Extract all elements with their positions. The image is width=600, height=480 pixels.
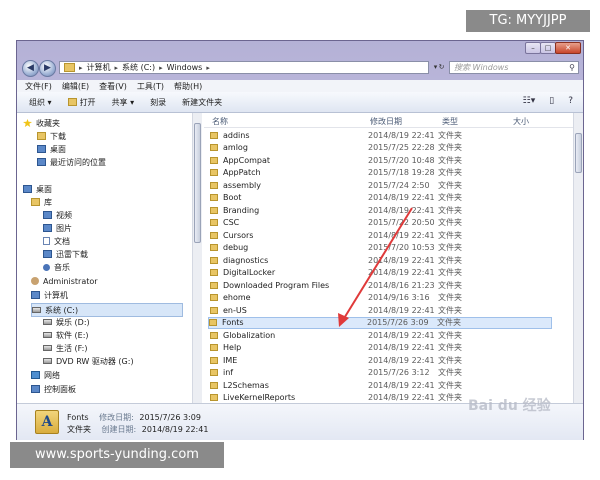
tg-watermark: TG: MYYJJPP [466, 10, 590, 32]
url-watermark: www.sports-yunding.com [10, 442, 224, 468]
arrow-head [338, 313, 349, 327]
arrow-shaft [342, 207, 413, 321]
baidu-watermark: Bai du 经验 [468, 398, 551, 414]
